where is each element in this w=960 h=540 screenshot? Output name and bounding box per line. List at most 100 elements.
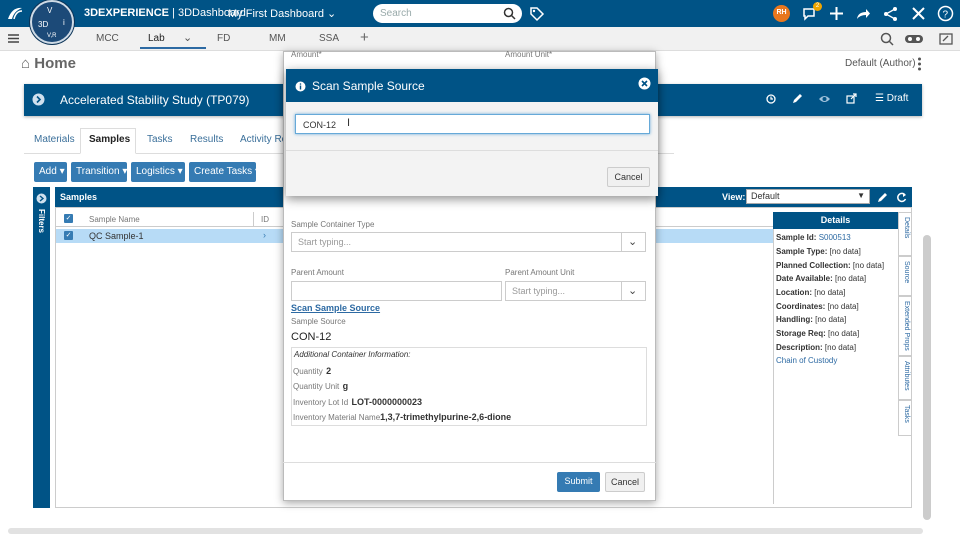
- sample-name-cell[interactable]: QC Sample-1: [89, 231, 144, 241]
- tools-icon[interactable]: [910, 5, 927, 22]
- quantity-unit-row: Quantity Unit g: [293, 378, 348, 392]
- study-title: Accelerated Stability Study (TP079): [60, 93, 250, 107]
- tab-menu-chevron-icon[interactable]: ⌄: [183, 31, 192, 44]
- grid-edit-icon[interactable]: [877, 192, 888, 203]
- compass-icon[interactable]: V 3D i V,R: [30, 0, 74, 44]
- tab-results[interactable]: Results: [190, 134, 223, 145]
- add-button-label: Add: [39, 166, 57, 177]
- search-placeholder: Search: [380, 8, 412, 19]
- details-title: Details: [773, 212, 898, 229]
- side-tab-details[interactable]: Details: [898, 212, 912, 256]
- side-tab-tasks[interactable]: Tasks: [898, 400, 912, 436]
- sample-id-label: Sample Id:: [776, 233, 817, 242]
- tag-icon[interactable]: [528, 5, 545, 22]
- tab-fd[interactable]: FD: [217, 33, 230, 44]
- amount-label: Amount*: [291, 50, 322, 59]
- logistics-button-label: Logistics: [136, 166, 175, 177]
- transition-button[interactable]: Transition ▾: [71, 162, 127, 182]
- tab-materials[interactable]: Materials: [34, 134, 75, 145]
- status-badge[interactable]: ☰ Draft: [875, 93, 908, 104]
- filters-panel-toggle[interactable]: Filters: [33, 187, 50, 508]
- magnifier-icon[interactable]: [880, 32, 894, 46]
- tab-activity[interactable]: Activity Re: [240, 134, 287, 145]
- search-icon[interactable]: [503, 7, 516, 20]
- tab-tasks[interactable]: Tasks: [147, 134, 173, 145]
- avatar[interactable]: RH: [773, 5, 790, 22]
- side-tab-attributes-label: Attributes: [903, 361, 910, 391]
- container-type-input[interactable]: Start typing...: [291, 232, 622, 252]
- page-title-text: Home: [34, 55, 76, 72]
- page-scrollbar[interactable]: [923, 235, 931, 520]
- vr-glasses-icon[interactable]: [904, 33, 924, 45]
- view-select[interactable]: Default ▼: [746, 189, 870, 204]
- network-icon[interactable]: [882, 5, 899, 22]
- sample-source-value: CON-12: [291, 331, 332, 343]
- detail-location: Location: [no data]: [776, 288, 845, 297]
- eye-icon[interactable]: [818, 94, 831, 104]
- dialog-cancel-button[interactable]: Cancel: [607, 167, 650, 187]
- tab-mm[interactable]: MM: [269, 33, 286, 44]
- detail-sample-id: Sample Id: S000513: [776, 233, 851, 242]
- scan-sample-source-link[interactable]: Scan Sample Source: [291, 303, 380, 313]
- detail-planned-collection: Planned Collection: [no data]: [776, 261, 884, 270]
- date-available-label: Date Available:: [776, 274, 833, 283]
- expand-chevron-icon[interactable]: [32, 93, 45, 106]
- add-tab-icon[interactable]: +: [360, 29, 369, 46]
- clock-icon[interactable]: [766, 94, 776, 104]
- add-button[interactable]: Add ▾: [34, 162, 67, 182]
- coordinates-label: Coordinates:: [776, 302, 826, 311]
- row-checkbox[interactable]: ✓: [64, 231, 73, 240]
- dialog-footer-divider: [286, 150, 658, 151]
- tab-mcc[interactable]: MCC: [96, 33, 119, 44]
- caret-down-icon: ▼: [857, 191, 865, 200]
- select-all-checkbox[interactable]: ✓: [64, 214, 73, 223]
- expand-filters-icon[interactable]: [36, 193, 47, 204]
- tab-ssa[interactable]: SSA: [319, 33, 339, 44]
- column-sample-name[interactable]: Sample Name: [89, 215, 140, 224]
- search-input[interactable]: Search: [373, 4, 522, 23]
- parent-amount-unit-dropdown[interactable]: ⌄: [622, 281, 646, 301]
- scan-input-value: CON-12: [303, 120, 337, 130]
- author-label[interactable]: Default (Author): [845, 58, 916, 69]
- chevron-down-icon: ⌄: [628, 285, 638, 297]
- ds-logo-icon[interactable]: [6, 5, 24, 21]
- horizontal-scrollbar[interactable]: [8, 528, 923, 534]
- compass-3d-label: 3D: [38, 20, 49, 29]
- refresh-icon[interactable]: [896, 192, 907, 203]
- side-tab-source[interactable]: Source: [898, 256, 912, 296]
- submit-button[interactable]: Submit: [557, 472, 600, 492]
- pencil-icon[interactable]: [792, 93, 803, 104]
- tab-lab[interactable]: Lab: [148, 33, 165, 44]
- container-type-dropdown[interactable]: ⌄: [622, 232, 646, 252]
- material-value: 1,3,7-trimethylpurine-2,6-dione: [380, 412, 512, 422]
- logistics-button[interactable]: Logistics ▾: [131, 162, 185, 182]
- parent-amount-input[interactable]: [291, 281, 502, 301]
- help-icon[interactable]: ?: [937, 5, 954, 22]
- container-type-placeholder: Start typing...: [298, 237, 352, 247]
- side-tab-extended-props[interactable]: Extended Props: [898, 296, 912, 356]
- parent-amount-unit-input[interactable]: Start typing...: [505, 281, 622, 301]
- share-icon[interactable]: [854, 5, 871, 22]
- side-tab-attributes[interactable]: Attributes: [898, 356, 912, 400]
- export-icon[interactable]: [846, 93, 857, 104]
- column-divider[interactable]: [253, 212, 254, 227]
- form-cancel-button[interactable]: Cancel: [605, 472, 645, 492]
- quantity-label: Quantity: [293, 367, 323, 376]
- create-tasks-button[interactable]: Create Tasks ▾: [189, 162, 260, 182]
- dashboard-selector[interactable]: My First Dashboard ⌄: [228, 7, 336, 20]
- home-icon[interactable]: ⌂: [21, 55, 30, 72]
- coordinates-value: [no data]: [827, 302, 859, 311]
- row-expand-icon[interactable]: ›: [263, 230, 266, 240]
- storage-value: [no data]: [828, 329, 860, 338]
- tab-samples[interactable]: Samples: [89, 134, 130, 145]
- chain-of-custody-link[interactable]: Chain of Custody: [776, 356, 837, 365]
- hamburger-icon[interactable]: [7, 33, 20, 44]
- edit-dashboard-icon[interactable]: [939, 33, 953, 45]
- more-vertical-icon[interactable]: [917, 57, 922, 71]
- description-label: Description:: [776, 343, 823, 352]
- detail-sample-type: Sample Type: [no data]: [776, 247, 861, 256]
- close-icon[interactable]: [638, 77, 651, 90]
- add-icon[interactable]: [828, 5, 845, 22]
- column-id[interactable]: ID: [261, 215, 269, 224]
- sample-id-link[interactable]: S000513: [819, 233, 851, 242]
